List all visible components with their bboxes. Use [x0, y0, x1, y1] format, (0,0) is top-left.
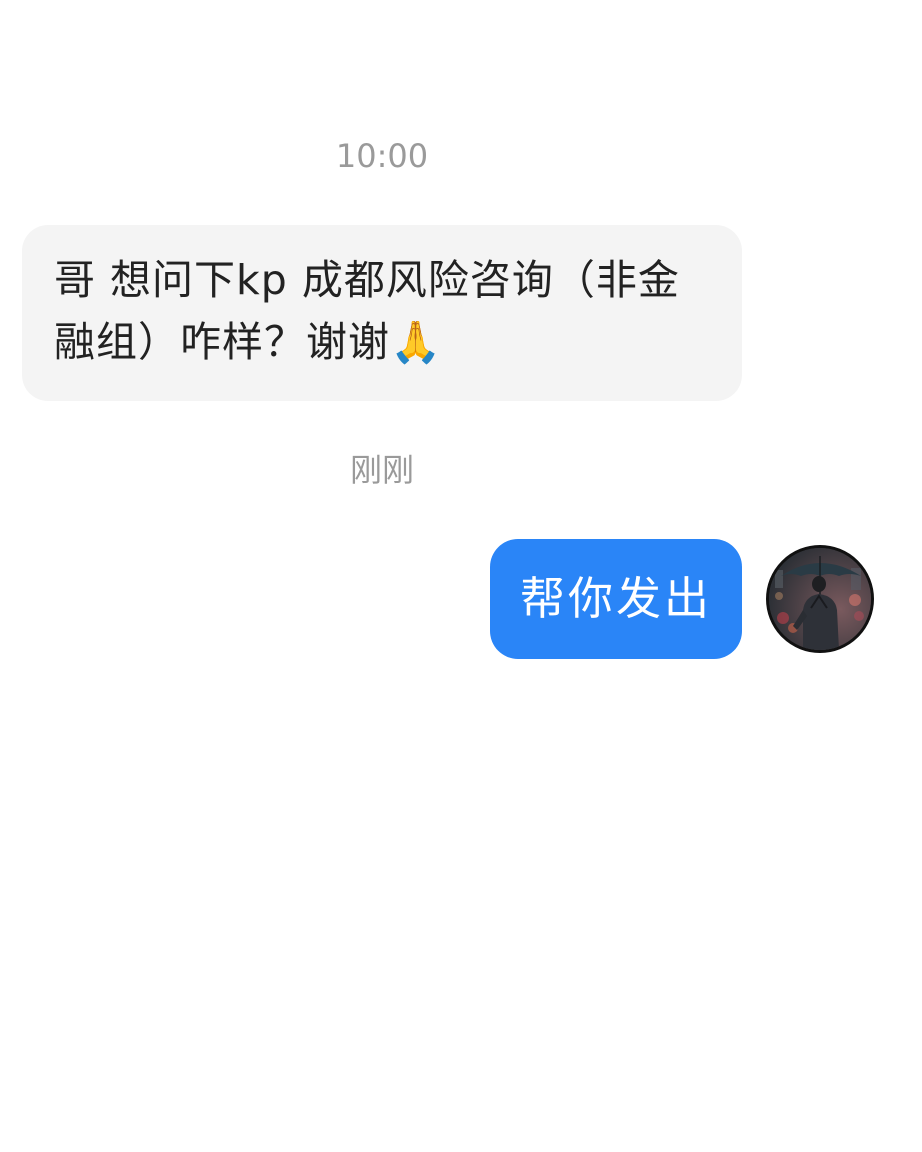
user-avatar[interactable] [766, 545, 874, 653]
avatar-man-umbrella-icon [769, 548, 871, 650]
message-timestamp: 10:00 [335, 137, 429, 175]
incoming-message-bubble[interactable]: 哥 想问下kp 成都风险咨询（非金融组）咋样？谢谢🙏 [22, 225, 742, 401]
message-timestamp: 刚刚 [349, 451, 414, 489]
outgoing-message-bubble[interactable]: 帮你发出 [490, 539, 742, 659]
